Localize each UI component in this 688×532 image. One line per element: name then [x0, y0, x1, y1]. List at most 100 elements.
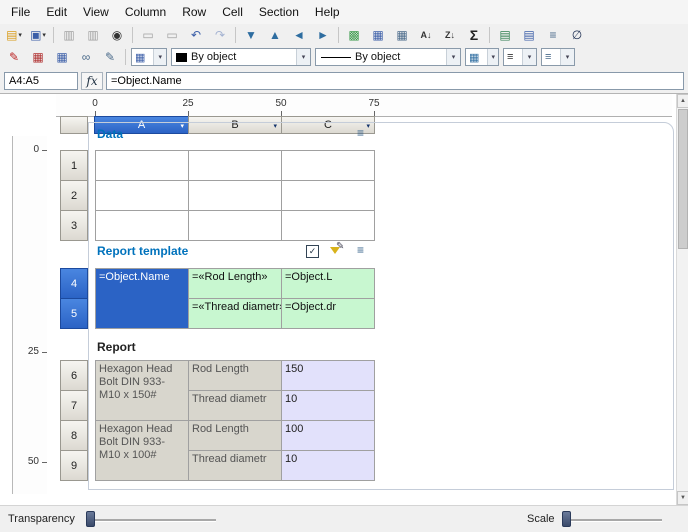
row-header-2[interactable]: 2: [60, 180, 88, 211]
template-cell-b4[interactable]: =«Rod Length»: [189, 269, 282, 299]
link-cells-button[interactable]: ∞: [74, 46, 98, 68]
report-param-cell[interactable]: Thread diametr: [189, 391, 282, 421]
report-param-cell[interactable]: Rod Length: [189, 421, 282, 451]
check-mark-icon: ✓: [309, 247, 317, 256]
table-icon: ▦: [372, 29, 383, 41]
row-header-9[interactable]: 9: [60, 450, 88, 481]
dropdown-arrow-icon: ▾: [487, 49, 498, 65]
format-table-button[interactable]: ▦: [390, 24, 414, 46]
checkbox-icon[interactable]: ✓: [306, 245, 319, 258]
menu-column[interactable]: Column: [117, 1, 174, 23]
export-icon: ▥: [87, 29, 98, 41]
sort-ascending-button[interactable]: A↓: [414, 24, 438, 46]
paste-button[interactable]: ▭: [136, 24, 160, 46]
table-grid-button[interactable]: ▦: [50, 46, 74, 68]
insert-picture-button[interactable]: ▩: [342, 24, 366, 46]
data-cell[interactable]: [189, 181, 282, 211]
report-param-cell[interactable]: Thread diametr: [189, 451, 282, 481]
template-cell-b5[interactable]: =«Thread diametr»: [189, 299, 282, 329]
report-value-cell[interactable]: 150: [282, 361, 375, 391]
cell-borders-button[interactable]: ▦: [26, 46, 50, 68]
report-item-cell[interactable]: Hexagon Head Bolt DIN 933-M10 x 100#: [96, 421, 189, 481]
select-all-corner[interactable]: [60, 116, 88, 134]
line-style-dropdown[interactable]: By object ▾: [315, 48, 461, 66]
format-painter-button[interactable]: ✎: [2, 46, 26, 68]
menu-edit[interactable]: Edit: [38, 1, 75, 23]
arrow-up-icon: ▲: [269, 29, 281, 41]
insert-table-button[interactable]: ▦: [366, 24, 390, 46]
report-template-button[interactable]: ▤: [517, 24, 541, 46]
slider-track[interactable]: [86, 519, 216, 521]
report-value-cell[interactable]: 100: [282, 421, 375, 451]
export-button[interactable]: ▥: [81, 24, 105, 46]
row-header-4[interactable]: 4: [60, 268, 88, 299]
menu-file[interactable]: File: [3, 1, 38, 23]
borders-dropdown[interactable]: ≡ ▾: [541, 48, 575, 66]
sort-descending-button[interactable]: Z↓: [438, 24, 462, 46]
report-value-cell[interactable]: 10: [282, 451, 375, 481]
slider-handle[interactable]: [86, 511, 95, 527]
report-data-button[interactable]: ▤: [493, 24, 517, 46]
data-cell[interactable]: [189, 211, 282, 241]
template-cell-c5[interactable]: =Object.dr: [282, 299, 375, 329]
move-left-button[interactable]: ◄: [287, 24, 311, 46]
move-right-button[interactable]: ►: [311, 24, 335, 46]
template-cell-a4-a5-selected[interactable]: =Object.Name: [96, 269, 189, 329]
undo-button[interactable]: ↶: [184, 24, 208, 46]
paste-special-button[interactable]: ▭: [160, 24, 184, 46]
report-sections-button[interactable]: ≡: [541, 24, 565, 46]
edit-cells-button[interactable]: ✎: [98, 46, 122, 68]
new-button[interactable]: ▤▾: [2, 24, 26, 46]
move-up-button[interactable]: ▲: [263, 24, 287, 46]
scroll-up-button[interactable]: ▲: [677, 94, 688, 108]
vertical-scrollbar[interactable]: ▲ ▼: [676, 94, 688, 505]
filter-edit-icon[interactable]: ✎: [330, 244, 346, 259]
sum-button[interactable]: Σ: [462, 24, 486, 46]
data-cell[interactable]: [96, 211, 189, 241]
row-header-7[interactable]: 7: [60, 390, 88, 421]
report-param-cell[interactable]: Rod Length: [189, 361, 282, 391]
redo-button[interactable]: ↷: [208, 24, 232, 46]
cell-reference-box[interactable]: [4, 72, 78, 90]
formula-input[interactable]: [106, 72, 684, 90]
data-cell[interactable]: [282, 181, 375, 211]
report-item-cell[interactable]: Hexagon Head Bolt DIN 933-M10 x 150#: [96, 361, 189, 421]
menu-row[interactable]: Row: [174, 1, 214, 23]
row-header-6[interactable]: 6: [60, 360, 88, 391]
menu-help[interactable]: Help: [307, 1, 348, 23]
slider-handle[interactable]: [562, 511, 571, 527]
empty-value-button[interactable]: ∅: [565, 24, 589, 46]
section-menu-icon[interactable]: ≡: [357, 127, 364, 139]
report-section-title: Report: [97, 340, 136, 354]
move-down-button[interactable]: ▼: [239, 24, 263, 46]
data-cell[interactable]: [282, 211, 375, 241]
slider-track[interactable]: [562, 519, 662, 521]
format-toolbar: ✎ ▦ ▦ ∞ ✎ ▦ ▾ By object ▾ By object ▾ ▦ …: [0, 46, 688, 68]
insert-function-button[interactable]: fx: [81, 72, 103, 90]
fill-style-dropdown[interactable]: By object ▾: [171, 48, 311, 66]
menu-cell[interactable]: Cell: [214, 1, 251, 23]
alignment-dropdown[interactable]: ≡ ▾: [503, 48, 537, 66]
report-value-cell[interactable]: 10: [282, 391, 375, 421]
data-cell[interactable]: [96, 181, 189, 211]
scrollbar-thumb[interactable]: [678, 109, 688, 249]
save-button[interactable]: ▣▾: [26, 24, 50, 46]
template-cell-c4[interactable]: =Object.L: [282, 269, 375, 299]
table-style-dropdown[interactable]: ▦ ▾: [131, 48, 167, 66]
import-button[interactable]: ▥: [57, 24, 81, 46]
scroll-down-button[interactable]: ▼: [677, 491, 688, 505]
section-menu-icon[interactable]: ≡: [357, 244, 364, 256]
grid-options-dropdown[interactable]: ▦ ▾: [465, 48, 499, 66]
menu-view[interactable]: View: [75, 1, 117, 23]
row-header-3[interactable]: 3: [60, 210, 88, 241]
row-header-1[interactable]: 1: [60, 150, 88, 181]
data-cell[interactable]: [282, 151, 375, 181]
preview-button[interactable]: ◉: [105, 24, 129, 46]
row-header-5[interactable]: 5: [60, 298, 88, 329]
scale-slider[interactable]: [562, 511, 662, 528]
transparency-slider[interactable]: [86, 511, 216, 528]
row-header-8[interactable]: 8: [60, 420, 88, 451]
data-cell[interactable]: [96, 151, 189, 181]
menu-section[interactable]: Section: [251, 1, 307, 23]
data-cell[interactable]: [189, 151, 282, 181]
